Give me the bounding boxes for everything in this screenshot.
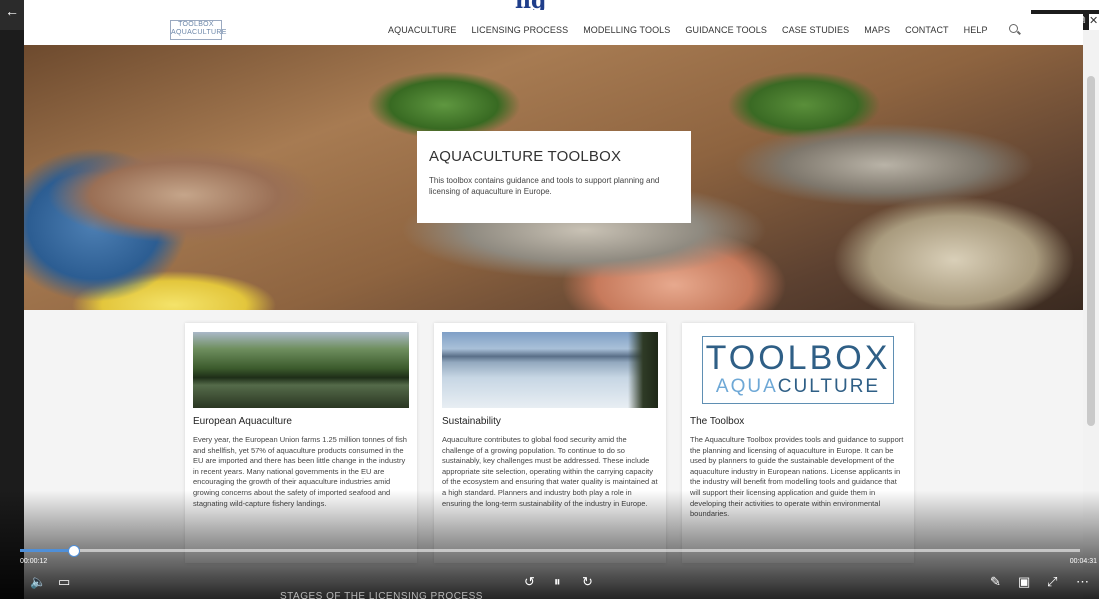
lake-image: [193, 332, 409, 408]
pen-icon[interactable]: ✎: [990, 574, 1001, 590]
progress-handle[interactable]: [68, 545, 80, 557]
toolbox-logo-line1: TOOLBOX: [705, 339, 891, 377]
nav-maps[interactable]: MAPS: [864, 25, 890, 35]
nav-case-studies[interactable]: CASE STUDIES: [782, 25, 849, 35]
coast-image: [442, 332, 658, 408]
toolbox-logo-image: TOOLBOX AQUACULTURE: [690, 332, 906, 408]
scrollbar-thumb[interactable]: [1087, 76, 1095, 426]
hero-card: AQUACULTURE TOOLBOX This toolbox contain…: [417, 131, 691, 223]
total-duration: 00:04:31: [1069, 558, 1097, 565]
more-options-icon[interactable]: ⋯: [1076, 574, 1089, 590]
toolbox-logo-line2: AQUACULTURE: [715, 376, 881, 397]
progress-bar[interactable]: [20, 545, 1080, 557]
fullscreen-icon[interactable]: ⤢: [1047, 574, 1057, 590]
player-controls: 🔈 ▭ ↺ ⏸ ↻ ✎ ▣ ⤢ ⋯: [0, 568, 1099, 599]
nav-contact[interactable]: CONTACT: [905, 25, 949, 35]
nav-modelling-tools[interactable]: MODELLING TOOLS: [583, 25, 670, 35]
site-logo[interactable]: TOOLBOX AQUACULTURE: [170, 20, 227, 40]
card-title: European Aquaculture: [193, 416, 292, 427]
hero-banner: AQUACULTURE TOOLBOX This toolbox contain…: [24, 45, 1083, 310]
site-header: TOOLBOX AQUACULTURE AQUACULTURE LICENSIN…: [24, 14, 1083, 45]
screen: ng ← – ⧉ ✕ TOOLBOX AQUACULTURE AQUACULTU…: [0, 0, 1099, 599]
captions-icon[interactable]: ▭: [58, 574, 70, 590]
nav-aquaculture[interactable]: AQUACULTURE: [388, 25, 456, 35]
nav-help[interactable]: HELP: [964, 25, 988, 35]
nav-guidance-tools[interactable]: GUIDANCE TOOLS: [685, 25, 767, 35]
progress-fill: [20, 549, 73, 552]
forward-icon[interactable]: ↻: [582, 574, 593, 590]
close-icon[interactable]: ✕: [1089, 14, 1099, 30]
logo-line1: TOOLBOX: [178, 21, 214, 28]
nav-licensing-process[interactable]: LICENSING PROCESS: [471, 25, 568, 35]
logo-line2: AQUACULTURE: [171, 29, 227, 36]
card-title: The Toolbox: [690, 416, 745, 427]
card-title: Sustainability: [442, 416, 501, 427]
pause-icon[interactable]: ⏸: [554, 574, 561, 590]
elapsed-time: 00:00:12: [20, 558, 48, 565]
miniplayer-icon[interactable]: ▣: [1018, 574, 1030, 590]
toolbox-logo: TOOLBOX AQUACULTURE: [702, 336, 894, 404]
hero-text: This toolbox contains guidance and tools…: [429, 176, 660, 196]
hero-title: AQUACULTURE TOOLBOX: [429, 148, 622, 165]
volume-icon[interactable]: 🔈: [30, 574, 46, 590]
window-title-fragment: ng: [515, 0, 625, 10]
rewind-icon[interactable]: ↺: [524, 574, 535, 590]
main-nav: AQUACULTURE LICENSING PROCESS MODELLING …: [388, 14, 1020, 45]
search-icon[interactable]: [1008, 24, 1020, 35]
back-arrow-icon[interactable]: ←: [0, 0, 24, 30]
